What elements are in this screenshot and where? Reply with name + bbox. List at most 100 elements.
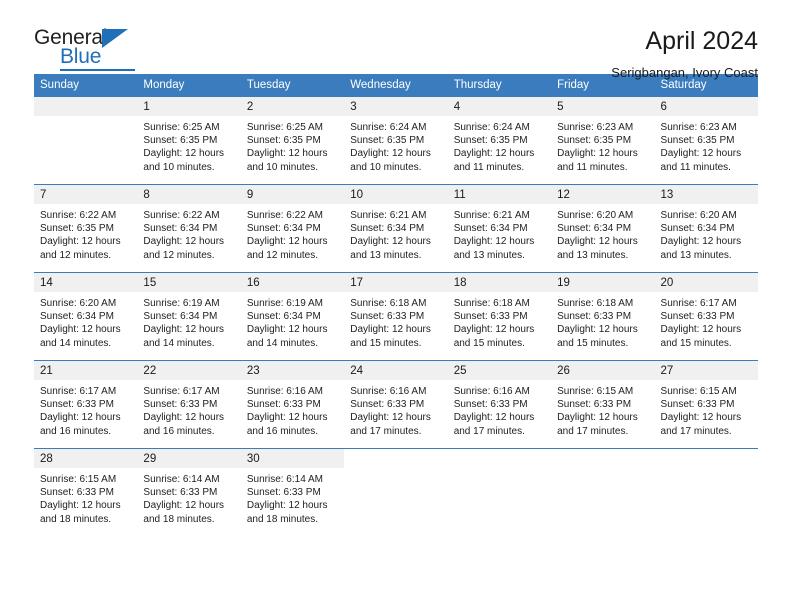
day-number: 13 [654, 185, 758, 204]
calendar-day-cell[interactable]: 9 Sunrise: 6:22 AM Sunset: 6:34 PM Daylight… [240, 184, 345, 273]
day-info-line: and 14 minutes. [246, 337, 319, 349]
day-info-line: Daylight: 12 hours [246, 500, 328, 512]
calendar-day-cell[interactable]: 16 Sunrise: 6:19 AM Sunset: 6:34 PM Dayligh… [240, 272, 345, 361]
day-sun-info: Sunrise: 6:14 AM Sunset: 6:33 PM Daylight:… [137, 468, 240, 526]
day-info-line: Sunrise: 6:16 AM [350, 386, 427, 397]
day-info-line: Sunset: 6:35 PM [350, 135, 425, 147]
calendar-day-cell[interactable]: 6 Sunrise: 6:23 AM Sunset: 6:35 PM Daylight… [654, 97, 758, 185]
calendar-day-cell[interactable]: 26 Sunrise: 6:15 AM Sunset: 6:33 PM Dayligh… [551, 360, 655, 449]
day-info-line: Daylight: 12 hours [557, 236, 638, 248]
calendar-day-cell[interactable]: 21 Sunrise: 6:17 AM Sunset: 6:33 PM Dayligh… [34, 360, 138, 449]
calendar-day-cell[interactable]: 23 Sunrise: 6:16 AM Sunset: 6:33 PM Dayligh… [240, 360, 345, 449]
day-info-line: Daylight: 12 hours [453, 412, 535, 424]
weekday-header-wednesday: Wednesday [344, 74, 448, 97]
day-sun-info: Sunrise: 6:23 AM Sunset: 6:35 PM Daylight:… [655, 116, 758, 174]
day-info-line: Daylight: 12 hours [40, 500, 121, 512]
day-number: 27 [654, 361, 758, 380]
day-info-line: Daylight: 12 hours [660, 412, 742, 424]
day-sun-info: Sunrise: 6:22 AM Sunset: 6:34 PM Daylight:… [137, 204, 240, 262]
calendar-day-cell[interactable]: 11 Sunrise: 6:21 AM Sunset: 6:34 PM Dayligh… [447, 184, 552, 273]
day-info-line: Sunset: 6:33 PM [660, 399, 735, 411]
day-info-line: Sunrise: 6:22 AM [40, 210, 117, 221]
day-info-line: and 17 minutes. [557, 425, 629, 437]
day-number: 17 [344, 273, 448, 292]
day-info-line: Sunrise: 6:25 AM [246, 122, 323, 133]
calendar-week-row: 14 Sunrise: 6:20 AM Sunset: 6:34 PM Dayligh… [34, 272, 758, 361]
calendar-day-cell[interactable]: 17 Sunrise: 6:18 AM Sunset: 6:33 PM Dayligh… [344, 272, 448, 361]
day-info-line: and 13 minutes. [557, 249, 629, 261]
day-info-line: and 17 minutes. [350, 425, 422, 437]
day-number [344, 449, 448, 468]
day-sun-info: Sunrise: 6:14 AM Sunset: 6:33 PM Daylight:… [241, 468, 344, 526]
day-info-line: Sunrise: 6:21 AM [350, 210, 427, 221]
calendar-day-cell[interactable]: 20 Sunrise: 6:17 AM Sunset: 6:33 PM Dayligh… [654, 272, 758, 361]
day-info-line: and 13 minutes. [350, 249, 422, 261]
day-info-line: and 14 minutes. [40, 337, 112, 349]
day-info-line: and 15 minutes. [557, 337, 629, 349]
calendar-day-cell[interactable]: 10 Sunrise: 6:21 AM Sunset: 6:34 PM Dayligh… [344, 184, 448, 273]
day-info-line: Sunset: 6:34 PM [453, 223, 528, 235]
day-info-line: and 12 minutes. [246, 249, 319, 261]
day-info-line: Sunset: 6:34 PM [350, 223, 425, 235]
logo-text-blue: Blue [60, 45, 102, 68]
day-info-line: Sunset: 6:35 PM [557, 135, 632, 147]
logo-underline [60, 69, 135, 71]
day-info-line: Sunset: 6:33 PM [143, 399, 218, 411]
calendar-day-cell[interactable]: 3 Sunrise: 6:24 AM Sunset: 6:35 PM Daylight… [344, 97, 448, 185]
calendar-day-cell[interactable]: 28 Sunrise: 6:15 AM Sunset: 6:33 PM Dayligh… [34, 448, 138, 536]
calendar-day-cell[interactable]: 12 Sunrise: 6:20 AM Sunset: 6:34 PM Dayligh… [551, 184, 655, 273]
triangle-icon [102, 29, 128, 48]
day-info-line: Daylight: 12 hours [143, 412, 225, 424]
day-info-line: Sunrise: 6:20 AM [557, 210, 634, 221]
day-info-line: Daylight: 12 hours [246, 412, 328, 424]
day-sun-info: Sunrise: 6:18 AM Sunset: 6:33 PM Daylight:… [344, 292, 447, 350]
day-info-line: and 13 minutes. [453, 249, 525, 261]
day-info-line: Sunrise: 6:24 AM [453, 122, 530, 133]
calendar-day-cell[interactable]: 13 Sunrise: 6:20 AM Sunset: 6:34 PM Dayligh… [654, 184, 758, 273]
day-info-line: Sunset: 6:33 PM [40, 487, 114, 499]
day-info-line: Daylight: 12 hours [557, 324, 638, 336]
calendar-day-cell[interactable]: 22 Sunrise: 6:17 AM Sunset: 6:33 PM Dayligh… [137, 360, 241, 449]
day-info-line: Sunset: 6:33 PM [246, 487, 321, 499]
calendar-day-cell[interactable]: 14 Sunrise: 6:20 AM Sunset: 6:34 PM Dayligh… [34, 272, 138, 361]
calendar-day-cell[interactable]: 25 Sunrise: 6:16 AM Sunset: 6:33 PM Dayligh… [447, 360, 552, 449]
calendar-day-cell[interactable]: 19 Sunrise: 6:18 AM Sunset: 6:33 PM Dayligh… [551, 272, 655, 361]
general-blue-logo: General Blue [34, 26, 144, 72]
calendar-day-cell[interactable]: 24 Sunrise: 6:16 AM Sunset: 6:33 PM Dayligh… [344, 360, 448, 449]
day-info-line: Sunset: 6:33 PM [143, 487, 218, 499]
day-info-line: and 18 minutes. [40, 513, 112, 525]
calendar-day-cell[interactable]: 5 Sunrise: 6:23 AM Sunset: 6:35 PM Daylight… [551, 97, 655, 185]
calendar-day-cell[interactable]: 1 Sunrise: 6:25 AM Sunset: 6:35 PM Daylight… [137, 97, 241, 185]
title-block: April 2024 Serigbangan, Ivory Coast [611, 26, 758, 82]
day-info-line: and 16 minutes. [40, 425, 112, 437]
day-info-line: Daylight: 12 hours [453, 236, 535, 248]
day-info-line: Daylight: 12 hours [557, 412, 638, 424]
calendar-day-cell[interactable]: 30 Sunrise: 6:14 AM Sunset: 6:33 PM Dayligh… [240, 448, 345, 536]
day-number: 11 [447, 185, 552, 204]
day-info-line: Sunset: 6:34 PM [246, 223, 321, 235]
day-info-line: Sunset: 6:33 PM [453, 399, 528, 411]
calendar-day-cell[interactable]: 8 Sunrise: 6:22 AM Sunset: 6:34 PM Daylight… [137, 184, 241, 273]
calendar-page: General Blue April 2024 Serigbangan, Ivo… [0, 0, 792, 612]
day-sun-info: Sunrise: 6:15 AM Sunset: 6:33 PM Daylight:… [655, 380, 758, 438]
calendar-day-cell[interactable]: 18 Sunrise: 6:18 AM Sunset: 6:33 PM Dayligh… [447, 272, 552, 361]
day-info-line: Sunrise: 6:25 AM [143, 122, 220, 133]
calendar-day-cell[interactable]: 29 Sunrise: 6:14 AM Sunset: 6:33 PM Dayligh… [137, 448, 241, 536]
day-sun-info: Sunrise: 6:21 AM Sunset: 6:34 PM Daylight:… [344, 204, 447, 262]
calendar-day-cell[interactable]: 15 Sunrise: 6:19 AM Sunset: 6:34 PM Dayligh… [137, 272, 241, 361]
day-number: 14 [34, 273, 138, 292]
day-number: 15 [137, 273, 241, 292]
day-info-line: and 12 minutes. [40, 249, 112, 261]
day-info-line: Sunrise: 6:24 AM [350, 122, 427, 133]
day-sun-info: Sunrise: 6:15 AM Sunset: 6:33 PM Daylight:… [34, 468, 137, 526]
day-number: 23 [240, 361, 345, 380]
day-number: 4 [447, 97, 552, 116]
calendar-week-row: 1 Sunrise: 6:25 AM Sunset: 6:35 PM Daylight… [34, 97, 758, 185]
day-info-line: Daylight: 12 hours [143, 148, 225, 160]
calendar-day-cell[interactable]: 7 Sunrise: 6:22 AM Sunset: 6:35 PM Daylight… [34, 184, 138, 273]
calendar-day-cell[interactable]: 2 Sunrise: 6:25 AM Sunset: 6:35 PM Daylight… [240, 97, 345, 185]
day-info-line: and 12 minutes. [143, 249, 215, 261]
calendar-day-cell[interactable]: 27 Sunrise: 6:15 AM Sunset: 6:33 PM Dayligh… [654, 360, 758, 449]
calendar-day-cell[interactable]: 4 Sunrise: 6:24 AM Sunset: 6:35 PM Daylight… [447, 97, 552, 185]
day-info-line: Sunset: 6:34 PM [557, 223, 632, 235]
